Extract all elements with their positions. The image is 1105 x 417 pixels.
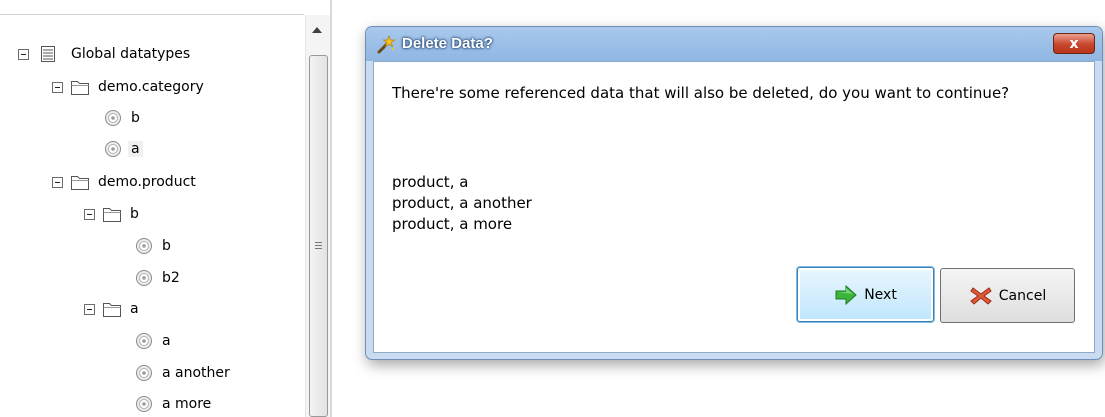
disc-icon (134, 236, 154, 256)
tree-node-label: a another (162, 365, 230, 381)
tree-pane: Global datatypes demo.category b a demo.… (0, 0, 304, 417)
database-icon (38, 44, 58, 64)
tree-node-label: a more (162, 396, 212, 412)
disc-icon (134, 394, 154, 414)
folder-icon (70, 172, 90, 192)
tree-top-divider (0, 14, 304, 15)
tree-node-label: Global datatypes (71, 46, 191, 62)
disc-icon (134, 268, 154, 288)
collapse-toggle-icon[interactable] (18, 48, 29, 60)
tree-node-folder[interactable]: demo.product (52, 170, 196, 194)
tree-scrollbar[interactable] (305, 15, 330, 417)
cancel-button[interactable]: Cancel (940, 268, 1075, 323)
thumb-grip-line (315, 248, 322, 249)
tree-node-label: b2 (162, 270, 180, 286)
tree-node-record[interactable]: a (134, 329, 171, 353)
list-item: product, a (392, 173, 469, 191)
folder-icon (102, 204, 122, 224)
thumb-grip-line (315, 245, 322, 246)
red-x-icon (969, 285, 993, 307)
tree-node-record[interactable]: a another (134, 361, 230, 385)
tree-node-label: demo.category (98, 79, 204, 95)
close-button[interactable]: x (1053, 33, 1095, 54)
tree-node-folder[interactable]: b (84, 202, 139, 226)
disc-icon (103, 139, 123, 159)
scroll-up-arrow-icon[interactable] (312, 27, 322, 33)
tree-node-label: b (130, 206, 139, 222)
collapse-toggle-icon[interactable] (52, 81, 63, 93)
tree-node-label: b (131, 110, 140, 126)
disc-icon (134, 363, 154, 383)
thumb-grip-line (315, 242, 322, 243)
close-icon: x (1069, 35, 1079, 52)
next-button-label: Next (864, 286, 897, 303)
disc-icon (103, 108, 123, 128)
tree-node-record[interactable]: b2 (134, 266, 180, 290)
green-arrow-icon (834, 284, 858, 306)
tree-node-record[interactable]: a more (134, 392, 211, 416)
scrollbar-thumb[interactable] (309, 55, 328, 417)
tree-node-label: a (128, 141, 143, 157)
list-item: product, a more (392, 215, 513, 233)
tree-node-record[interactable]: b (103, 106, 140, 130)
next-button[interactable]: Next (797, 267, 934, 322)
tree-node-label: a (162, 333, 171, 349)
disc-icon (134, 331, 154, 351)
collapse-toggle-icon[interactable] (84, 208, 95, 220)
collapse-toggle-icon[interactable] (84, 303, 95, 315)
collapse-toggle-icon[interactable] (52, 176, 63, 188)
tree-node-global-datatypes[interactable]: Global datatypes (18, 42, 190, 66)
tree-node-label: a (130, 301, 139, 317)
folder-icon (102, 299, 122, 319)
tree-node-record[interactable]: b (134, 234, 171, 258)
pane-divider[interactable] (330, 0, 332, 417)
tree-node-folder[interactable]: demo.category (52, 75, 204, 99)
tree-node-label: b (162, 238, 171, 254)
dialog-titlebar[interactable]: Delete Data? x (366, 27, 1102, 61)
tree-node-folder[interactable]: a (84, 297, 139, 321)
reference-list[interactable]: product, a product, a another product, a… (392, 172, 1052, 234)
cancel-button-label: Cancel (998, 287, 1047, 304)
dialog-content: There're some referenced data that will … (373, 61, 1095, 353)
folder-icon (70, 77, 90, 97)
dialog-message: There're some referenced data that will … (392, 84, 1010, 102)
wand-icon (376, 34, 396, 55)
tree-node-record-selected[interactable]: a (103, 137, 143, 161)
delete-data-dialog: Delete Data? x There're some referenced … (365, 26, 1103, 360)
dialog-title: Delete Data? (402, 35, 493, 52)
list-item: product, a another (392, 194, 532, 212)
tree-node-label: demo.product (98, 174, 196, 190)
